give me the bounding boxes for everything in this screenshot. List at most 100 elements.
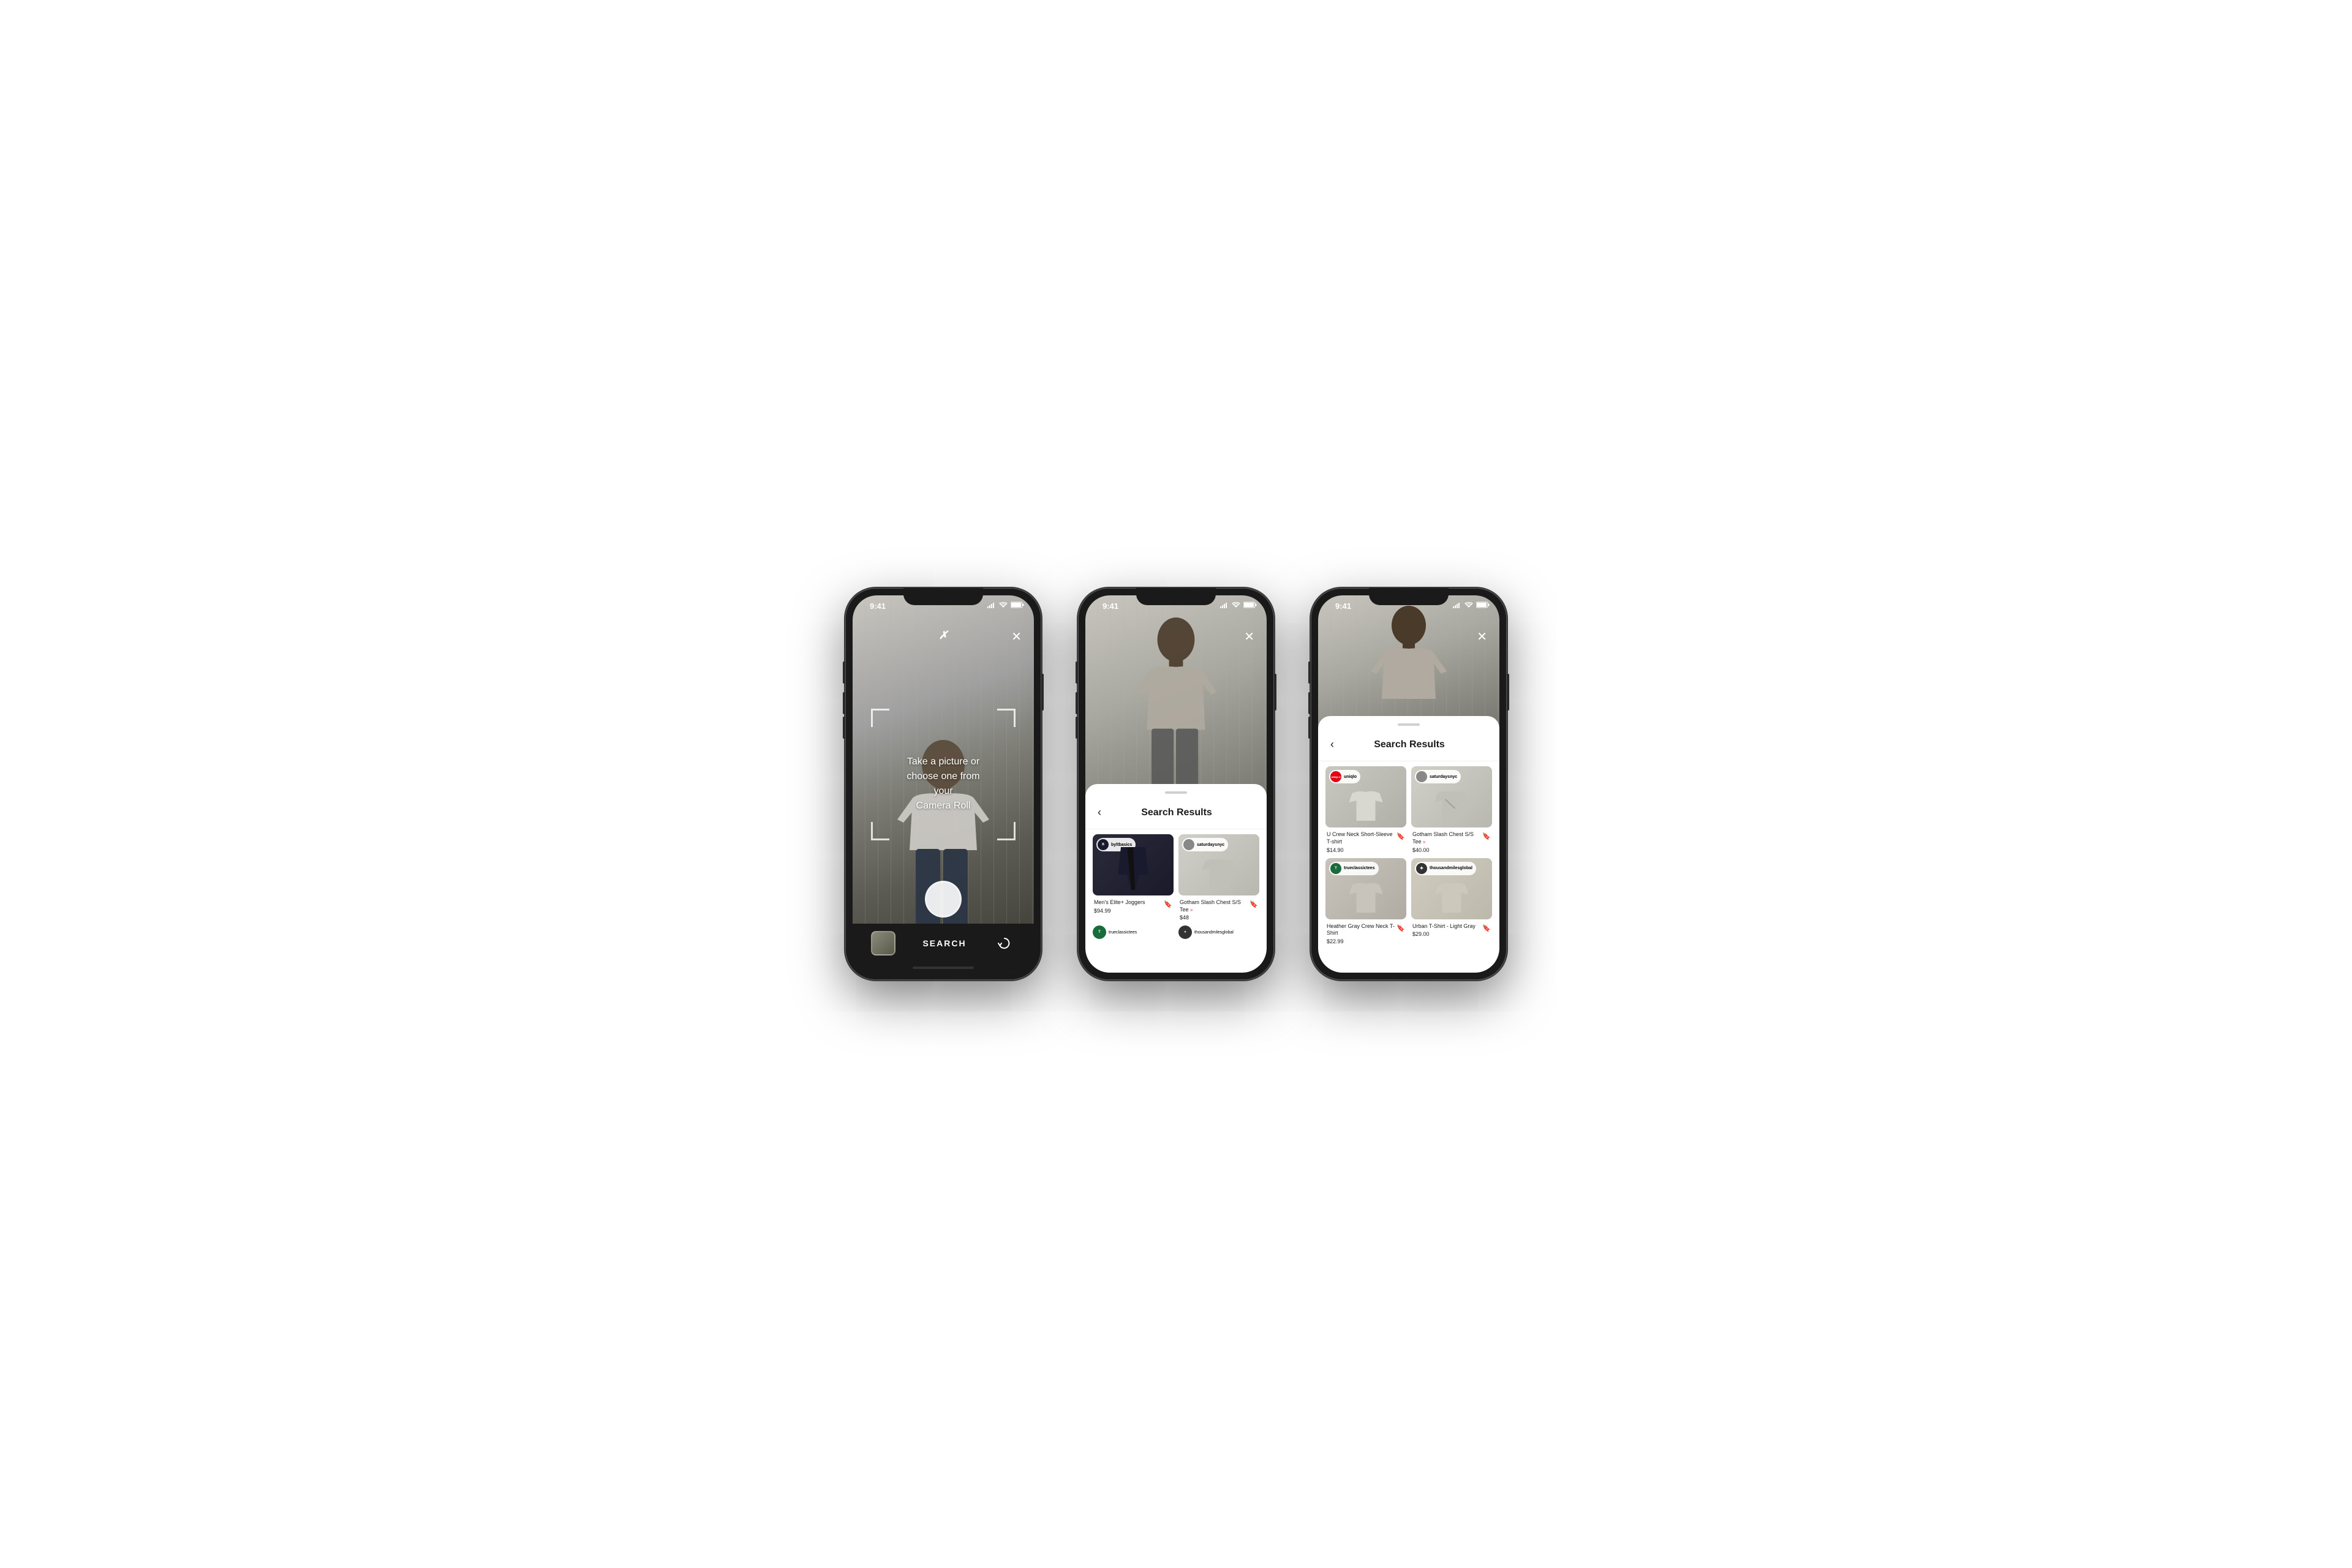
- bookmark-joggers[interactable]: 🔖: [1164, 900, 1172, 908]
- product-name-thousandmiles: Urban T-Shirt - Light Gray: [1412, 923, 1476, 930]
- product-image-thousandmiles: ✦ thousandmilesglobal: [1411, 858, 1492, 919]
- product-footer-trueclassic: Heather Gray Crew Neck T-Shirt $22.99 🔖: [1325, 923, 1406, 944]
- back-button-2[interactable]: ‹: [1095, 804, 1104, 821]
- bylt-icon: B: [1098, 839, 1109, 850]
- home-indicator-1: [913, 967, 974, 969]
- phone-2-wrapper: 9:41 ✕ ‹ Search Results: [1078, 588, 1274, 980]
- bracket-bl: [871, 822, 889, 840]
- product-grid-2: B byltbasics: [1085, 834, 1267, 921]
- bookmark-uniqlo[interactable]: 🔖: [1396, 832, 1405, 840]
- flip-camera-button[interactable]: [993, 932, 1016, 954]
- close-button-1[interactable]: ✕: [1011, 629, 1022, 644]
- product-name-uniqlo: U Crew Neck Short-Sleeve T-shirt: [1327, 831, 1396, 845]
- partial-brand-trueclassic: T trueclassictees: [1093, 925, 1174, 939]
- wifi-icon: [999, 602, 1008, 608]
- battery-icon: [1011, 601, 1024, 608]
- partial-brand-name-1: trueclassictees: [1109, 930, 1137, 935]
- product-image-saturdays-3: saturdaysnyc: [1411, 766, 1492, 827]
- time-1: 9:41: [870, 601, 886, 611]
- product-card-joggers[interactable]: B byltbasics: [1093, 834, 1174, 921]
- close-button-2[interactable]: ✕: [1244, 629, 1254, 644]
- partial-brand-thousand: ✦ thousandmilesglobal: [1178, 925, 1259, 939]
- product-footer-uniqlo: U Crew Neck Short-Sleeve T-shirt $14.90 …: [1325, 831, 1406, 853]
- battery-icon-3: [1476, 601, 1490, 608]
- search-label[interactable]: SEARCH: [922, 938, 966, 948]
- time-2: 9:41: [1102, 601, 1118, 611]
- sheet-header-3: ‹ Search Results: [1318, 733, 1499, 761]
- shutter-button[interactable]: [925, 881, 962, 918]
- product-price-trueclassic: $22.99: [1327, 938, 1396, 944]
- arrow-saturdays: »: [1190, 907, 1193, 913]
- product-footer-joggers: Men's Elite+ Joggers $94.99 🔖: [1093, 899, 1174, 914]
- notch-3: [1369, 588, 1449, 605]
- phone-3-wrapper: 9:41 ✕ ‹ Search Results: [1311, 588, 1507, 980]
- battery-icon-2: [1243, 601, 1257, 608]
- product-image-joggers: B byltbasics: [1093, 834, 1174, 895]
- tshirt-graphic-saturdays-3: [1432, 787, 1472, 824]
- bracket-tl: [871, 709, 889, 727]
- bookmark-trueclassic[interactable]: 🔖: [1396, 924, 1405, 932]
- tshirt-graphic-uniqlo: [1346, 787, 1386, 824]
- close-button-3[interactable]: ✕: [1477, 629, 1487, 644]
- product-footer-saturdays: Gotham Slash Chest S/S Tee » $48 🔖: [1178, 899, 1259, 921]
- saturdays-icon-3: [1416, 771, 1427, 782]
- partial-brands-row: T trueclassictees ✦ thousandmilesglobal: [1085, 921, 1267, 939]
- trueclassic-icon-partial: T: [1093, 925, 1106, 939]
- search-results-sheet-2: ‹ Search Results B byltbasics: [1085, 784, 1267, 973]
- product-card-thousandmiles[interactable]: ✦ thousandmilesglobal Urban T-Shirt - Li…: [1411, 858, 1492, 944]
- app-logo: ✗: [938, 629, 948, 642]
- signal-icon-2: [1220, 602, 1229, 608]
- phone-3-screen: 9:41 ✕ ‹ Search Results: [1318, 595, 1499, 973]
- time-3: 9:41: [1335, 601, 1351, 611]
- product-price-saturdays: $48: [1180, 914, 1250, 921]
- thousandmiles-icon-partial: ✦: [1178, 925, 1192, 939]
- sheet-title-3: Search Results: [1344, 739, 1475, 750]
- brand-badge-saturdays-3: saturdaysnyc: [1415, 770, 1461, 783]
- product-grid-3: UNIQLO uniqlo U Crew Neck Short-Sleeve T…: [1318, 766, 1499, 944]
- phone-2-frame: 9:41 ✕ ‹ Search Results: [1078, 588, 1274, 980]
- phones-container: 9:41 ✗ ✕ Take a pic: [845, 588, 1507, 980]
- product-image-saturdays: saturdaysnyc: [1178, 834, 1259, 895]
- product-image-trueclassic: T trueclassictees: [1325, 858, 1406, 919]
- brand-name-trueclassic: trueclassictees: [1344, 866, 1375, 870]
- brand-badge-thousandmiles: ✦ thousandmilesglobal: [1415, 862, 1476, 875]
- bookmark-saturdays-3[interactable]: 🔖: [1482, 832, 1491, 840]
- tshirt-graphic-trueclassic: [1346, 879, 1386, 916]
- notch-1: [903, 588, 983, 605]
- sheet-header-2: ‹ Search Results: [1085, 801, 1267, 829]
- product-card-saturdays[interactable]: saturdaysnyc Gotham Slash Chest S/S Tee …: [1178, 834, 1259, 921]
- brand-name-uniqlo: uniqlo: [1344, 775, 1357, 779]
- brand-badge-saturdays: saturdaysnyc: [1182, 838, 1228, 851]
- status-icons-2: [1220, 601, 1257, 608]
- product-name-trueclassic: Heather Gray Crew Neck T-Shirt: [1327, 923, 1396, 937]
- status-icons-3: [1453, 601, 1490, 608]
- phone-1-wrapper: 9:41 ✗ ✕ Take a pic: [845, 588, 1041, 980]
- phone-2-screen: 9:41 ✕ ‹ Search Results: [1085, 595, 1267, 973]
- product-card-saturdays-3[interactable]: saturdaysnyc Gotham Slash: [1411, 766, 1492, 853]
- back-button-3[interactable]: ‹: [1328, 736, 1336, 753]
- joggers-graphic: [1112, 844, 1155, 893]
- phone-3-frame: 9:41 ✕ ‹ Search Results: [1311, 588, 1507, 980]
- bookmark-thousandmiles[interactable]: 🔖: [1482, 924, 1491, 932]
- uniqlo-icon: UNIQLO: [1330, 771, 1341, 782]
- tshirt-graphic-thousandmiles: [1432, 879, 1472, 916]
- tshirt-graphic-1: [1199, 855, 1239, 892]
- product-price-thousandmiles: $29.00: [1412, 931, 1476, 937]
- bookmark-saturdays[interactable]: 🔖: [1250, 900, 1258, 908]
- product-price-saturdays-3: $40.00: [1412, 847, 1482, 853]
- sheet-title-2: Search Results: [1111, 807, 1242, 818]
- product-card-trueclassic[interactable]: T trueclassictees Heather Gray Crew Neck…: [1325, 858, 1406, 944]
- partial-brand-name-2: thousandmilesglobal: [1194, 930, 1234, 935]
- brand-name-thousandmiles: thousandmilesglobal: [1430, 866, 1472, 870]
- gallery-thumbnail[interactable]: [871, 931, 895, 956]
- thousandmiles-icon: ✦: [1416, 863, 1427, 874]
- brand-badge-trueclassic: T trueclassictees: [1329, 862, 1379, 875]
- brand-badge-uniqlo: UNIQLO uniqlo: [1329, 770, 1360, 783]
- search-results-sheet-3: ‹ Search Results UNIQLO uniqlo: [1318, 716, 1499, 973]
- camera-instruction-text: Take a picture or choose one from your C…: [898, 755, 989, 813]
- brand-name-saturdays: saturdaysnyc: [1197, 843, 1224, 847]
- status-icons-1: [987, 601, 1024, 608]
- product-card-uniqlo[interactable]: UNIQLO uniqlo U Crew Neck Short-Sleeve T…: [1325, 766, 1406, 853]
- trueclassic-icon: T: [1330, 863, 1341, 874]
- bracket-br: [997, 822, 1016, 840]
